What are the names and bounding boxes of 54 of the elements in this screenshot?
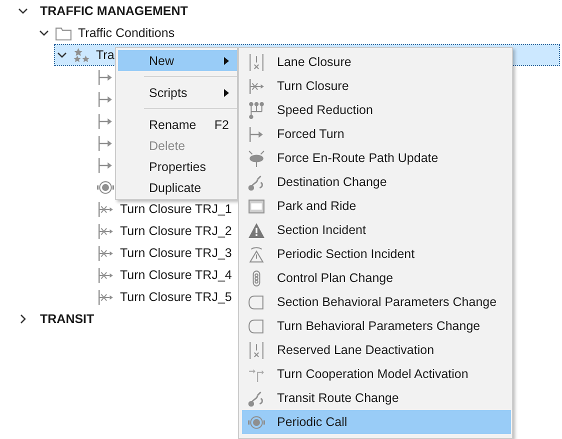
menu-item[interactable]: Periodic Call bbox=[242, 410, 511, 434]
menu-item[interactable]: Duplicate bbox=[118, 177, 237, 198]
menu-item[interactable]: Properties bbox=[118, 156, 237, 177]
folder-icon bbox=[55, 24, 72, 42]
forced-turn-icon bbox=[97, 90, 114, 108]
forced-turn-icon bbox=[97, 112, 114, 130]
menu-item[interactable]: Scripts bbox=[118, 82, 237, 103]
menu-item[interactable]: Turn Closure bbox=[242, 74, 511, 98]
speed-reduction-icon bbox=[248, 102, 265, 118]
forced-turn-icon bbox=[97, 156, 114, 174]
turn-closure-icon bbox=[97, 200, 114, 218]
menu-item[interactable]: Forced Turn bbox=[242, 122, 511, 146]
lane-closure-icon bbox=[248, 342, 265, 358]
menu-item[interactable]: Turn Cooperation Model Activation bbox=[242, 362, 511, 386]
turn-closure-icon bbox=[97, 288, 114, 306]
menu-item[interactable]: Section Incident bbox=[242, 218, 511, 242]
menu-item[interactable]: New bbox=[118, 50, 237, 71]
forced-turn-icon bbox=[97, 134, 114, 152]
park-ride-icon bbox=[248, 198, 265, 214]
menu-item[interactable]: Park and Ride bbox=[242, 194, 511, 218]
forced-turn-icon bbox=[97, 68, 114, 86]
tree-item-label[interactable]: Turn Closure TRJ_2 bbox=[120, 224, 232, 238]
menu-item[interactable]: Reserved Lane Deactivation bbox=[242, 338, 511, 362]
menu-item[interactable]: Speed Reduction bbox=[242, 98, 511, 122]
section-heading[interactable]: TRANSIT bbox=[40, 312, 94, 326]
tree-item-label[interactable]: Turn Closure TRJ_3 bbox=[120, 246, 232, 260]
stars-icon bbox=[73, 46, 90, 64]
tree-item-label[interactable]: Turn Closure TRJ_5 bbox=[120, 290, 232, 304]
forced-turn-icon bbox=[248, 126, 265, 142]
incident-icon bbox=[248, 222, 265, 238]
lane-closure-icon bbox=[248, 54, 265, 70]
menu-item[interactable]: Turn Behavioral Parameters Change bbox=[242, 314, 511, 338]
collapse-chevron-icon[interactable] bbox=[57, 50, 67, 60]
expand-chevron-icon[interactable] bbox=[18, 314, 28, 324]
menu-item[interactable]: Rename F2 bbox=[118, 114, 237, 135]
menu-item[interactable]: Lane Closure bbox=[242, 50, 511, 74]
tree-item-label[interactable]: Turn Closure TRJ_1 bbox=[120, 202, 232, 216]
tree-item-label[interactable]: Turn Closure TRJ_4 bbox=[120, 268, 232, 282]
turn-closure-icon bbox=[97, 244, 114, 262]
tree-item-label[interactable]: Traffic Conditions bbox=[78, 26, 175, 40]
collapse-chevron-icon[interactable] bbox=[39, 28, 49, 38]
turn-closure-icon bbox=[97, 266, 114, 284]
menu-item[interactable]: Section Behavioral Parameters Change bbox=[242, 290, 511, 314]
turn-closure-icon bbox=[97, 222, 114, 240]
menu-item[interactable]: Force En-Route Path Update bbox=[242, 146, 511, 170]
menu-item[interactable]: Transit Route Change bbox=[242, 386, 511, 410]
collapse-chevron-icon[interactable] bbox=[18, 6, 28, 16]
turn-closure-icon bbox=[248, 78, 265, 94]
section-heading[interactable]: TRAFFIC MANAGEMENT bbox=[40, 4, 188, 18]
menu-item[interactable]: Destination Change bbox=[242, 170, 511, 194]
tree-item-label[interactable]: Tra bbox=[96, 48, 114, 62]
menu-item[interactable]: Periodic Section Incident bbox=[242, 242, 511, 266]
menu-item[interactable]: Control Plan Change bbox=[242, 266, 511, 290]
periodic-incident-icon bbox=[248, 246, 265, 262]
